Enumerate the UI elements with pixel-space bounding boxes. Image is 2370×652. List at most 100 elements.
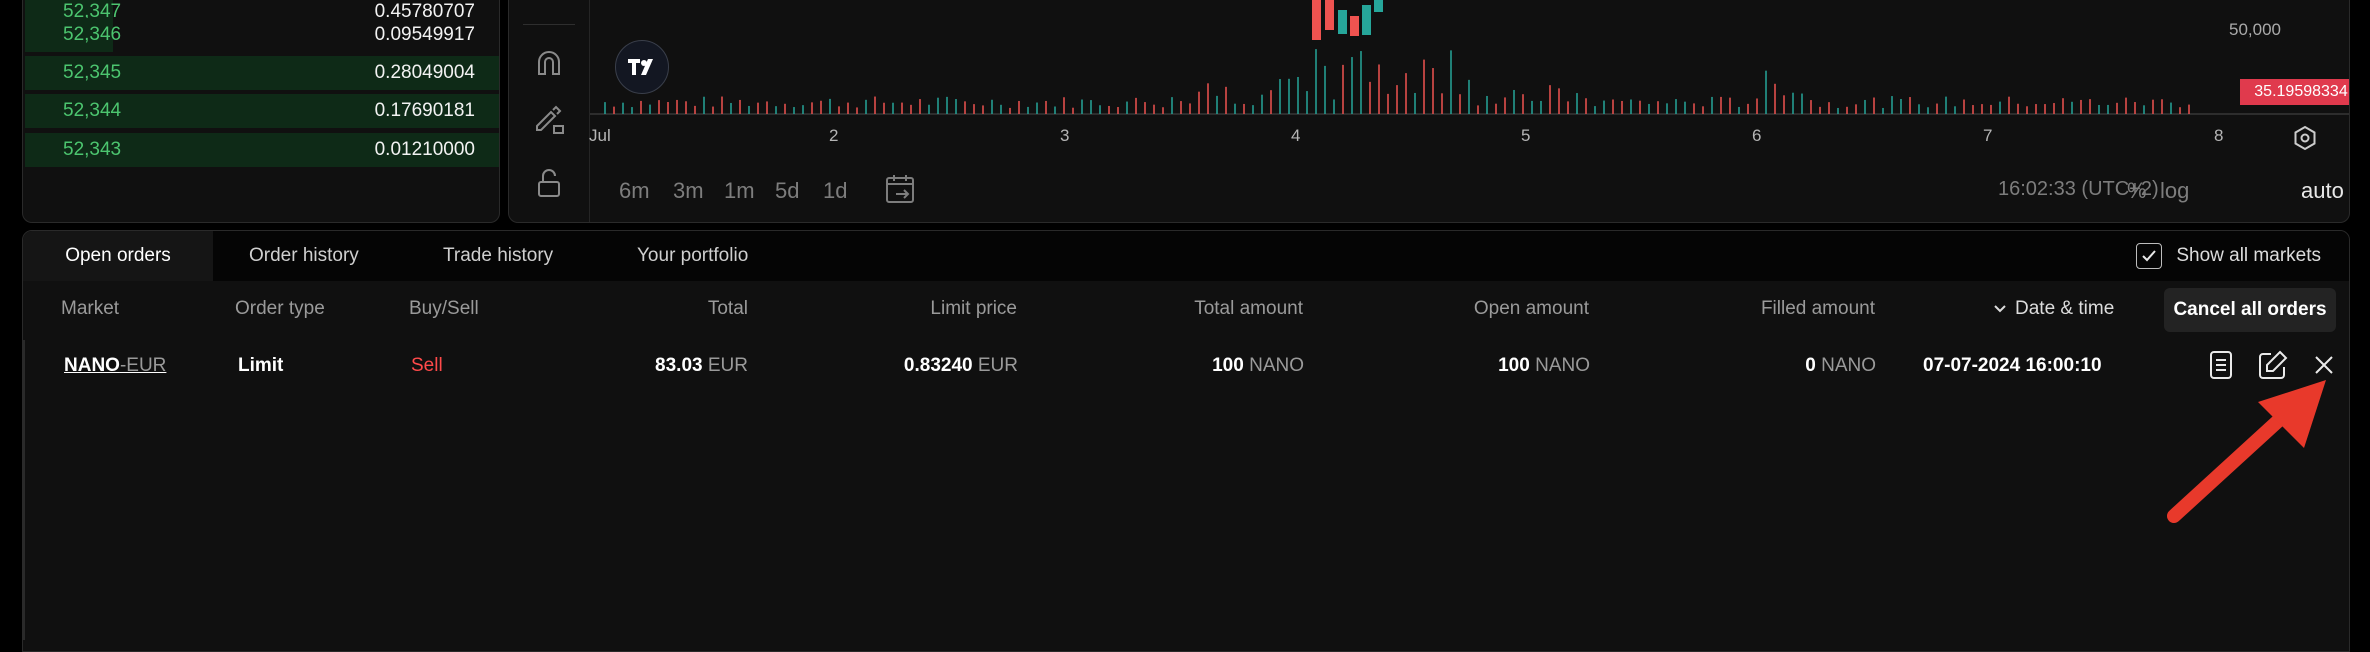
volume-bar — [1126, 101, 1128, 114]
order-total-amount-value: 100 — [1212, 355, 1244, 376]
timeframe-1d[interactable]: 1d — [823, 178, 847, 204]
column-header-market: Market — [61, 298, 120, 319]
show-all-markets-toggle[interactable]: Show all markets — [2136, 243, 2321, 269]
order-market-link[interactable]: NANO-EUR — [64, 355, 166, 377]
order-book-row[interactable]: 52,346 0.09549917 — [25, 17, 499, 53]
volume-bar — [685, 101, 687, 114]
volume-bar — [1738, 106, 1740, 114]
volume-bar — [1144, 102, 1146, 114]
volume-bar — [1207, 83, 1209, 114]
order-book-row[interactable]: 52,343 0.01210000 — [25, 132, 499, 168]
order-limit-price: 0.83240 EUR — [850, 355, 1018, 377]
chevron-down-icon — [1994, 305, 2006, 313]
tab-trade-history[interactable]: Trade history — [443, 231, 553, 281]
tab-your-portfolio[interactable]: Your portfolio — [637, 231, 748, 281]
x-axis-label: Jul — [589, 126, 611, 145]
order-open-amount: 100 NANO — [1380, 355, 1590, 377]
volume-bar — [982, 105, 984, 114]
timeframe-6m[interactable]: 6m — [619, 178, 650, 204]
candle — [1374, 0, 1383, 12]
order-total: 83.03 EUR — [600, 355, 748, 377]
arrow-annotation — [2167, 380, 2326, 523]
volume-bar — [829, 98, 831, 114]
column-header-date-time[interactable]: Date & time — [1993, 298, 2114, 320]
volume-bar — [1333, 99, 1335, 114]
volume-bar — [919, 99, 921, 114]
volume-bar — [991, 99, 993, 114]
volume-bar — [955, 99, 957, 114]
volume-bar — [1405, 73, 1407, 114]
volume-bar — [739, 99, 741, 114]
cancel-all-orders-button[interactable]: Cancel all orders — [2164, 288, 2336, 332]
volume-bar — [1360, 51, 1362, 114]
volume-bar — [1315, 49, 1317, 114]
volume-bar — [1540, 100, 1542, 114]
volume-bar — [1243, 103, 1245, 114]
timeframe-5d[interactable]: 5d — [775, 178, 799, 204]
lock-drawing-icon[interactable] — [529, 98, 569, 138]
volume-bar — [1423, 59, 1425, 114]
volume-bar — [613, 106, 615, 114]
order-book-row[interactable]: 52,344 0.17690181 — [25, 93, 499, 129]
order-type: Limit — [238, 355, 284, 376]
volume-bar — [1567, 101, 1569, 114]
volume-bar — [1954, 106, 1956, 114]
order-limit-price-value: 0.83240 — [903, 355, 973, 376]
timeframe-3m[interactable]: 3m — [673, 178, 704, 204]
volume-bar — [820, 100, 822, 114]
volume-bar — [1018, 100, 1020, 114]
current-price-tag: 35.19598334 — [2240, 79, 2349, 105]
volume-bar — [1990, 104, 1992, 114]
tradingview-logo-icon — [615, 40, 669, 94]
log-scale-toggle[interactable]: log — [2160, 178, 2189, 204]
percent-scale-toggle[interactable]: % — [2127, 178, 2147, 204]
volume-bar — [1801, 93, 1803, 114]
settings-gear-icon[interactable] — [2291, 124, 2319, 152]
order-filled-amount: 0 NANO — [1660, 355, 1876, 377]
volume-bar — [1054, 106, 1056, 114]
show-all-markets-checkbox[interactable] — [2136, 243, 2163, 269]
unlock-icon[interactable] — [529, 162, 569, 202]
volume-bar — [1378, 64, 1380, 114]
volume-bar — [2188, 104, 2190, 114]
auto-scale-toggle[interactable]: auto — [2301, 178, 2344, 204]
volume-bar — [1810, 100, 1812, 114]
volume-bar — [1702, 106, 1704, 114]
show-all-markets-label: Show all markets — [2176, 245, 2321, 266]
volume-bar — [1864, 99, 1866, 114]
volume-bar — [1756, 98, 1758, 114]
column-header-limit-price: Limit price — [930, 298, 1017, 319]
tab-order-history[interactable]: Order history — [249, 231, 359, 281]
order-filled-amount-unit: NANO — [1821, 355, 1876, 376]
volume-bar — [1189, 103, 1191, 114]
volume-bar — [865, 99, 867, 114]
volume-bar — [1387, 93, 1389, 114]
volume-bar — [1225, 86, 1227, 114]
volume-bar — [1918, 104, 1920, 114]
volume-bar — [1459, 94, 1461, 114]
y-axis-label: 50,000 — [2229, 20, 2281, 39]
date-range-icon[interactable] — [884, 172, 918, 206]
volume-bar — [1432, 68, 1434, 114]
volume-bar — [1531, 100, 1533, 114]
order-total-unit: EUR — [707, 355, 748, 376]
magnet-icon[interactable] — [529, 44, 569, 84]
volume-bar — [748, 105, 750, 114]
candle — [1325, 0, 1334, 30]
timeframe-1m[interactable]: 1m — [724, 178, 755, 204]
tab-open-orders[interactable]: Open orders — [23, 231, 213, 281]
orders-tabs: Open orders Order history Trade history … — [23, 231, 2349, 281]
column-header-total-amount: Total amount — [1194, 298, 1303, 319]
order-book-row[interactable]: 52,345 0.28049004 — [25, 55, 499, 91]
market-base: NANO — [64, 355, 120, 376]
volume-bar — [640, 100, 642, 114]
volume-bar — [1576, 93, 1578, 114]
panel-left-edge — [22, 340, 25, 640]
volume-bar — [2116, 102, 2118, 114]
volume-bar — [838, 106, 840, 114]
order-side: Sell — [411, 355, 443, 376]
volume-bar — [1999, 101, 2001, 114]
x-axis-label: 3 — [1060, 126, 1070, 145]
volume-bar — [901, 102, 903, 114]
volume-bar — [784, 103, 786, 114]
